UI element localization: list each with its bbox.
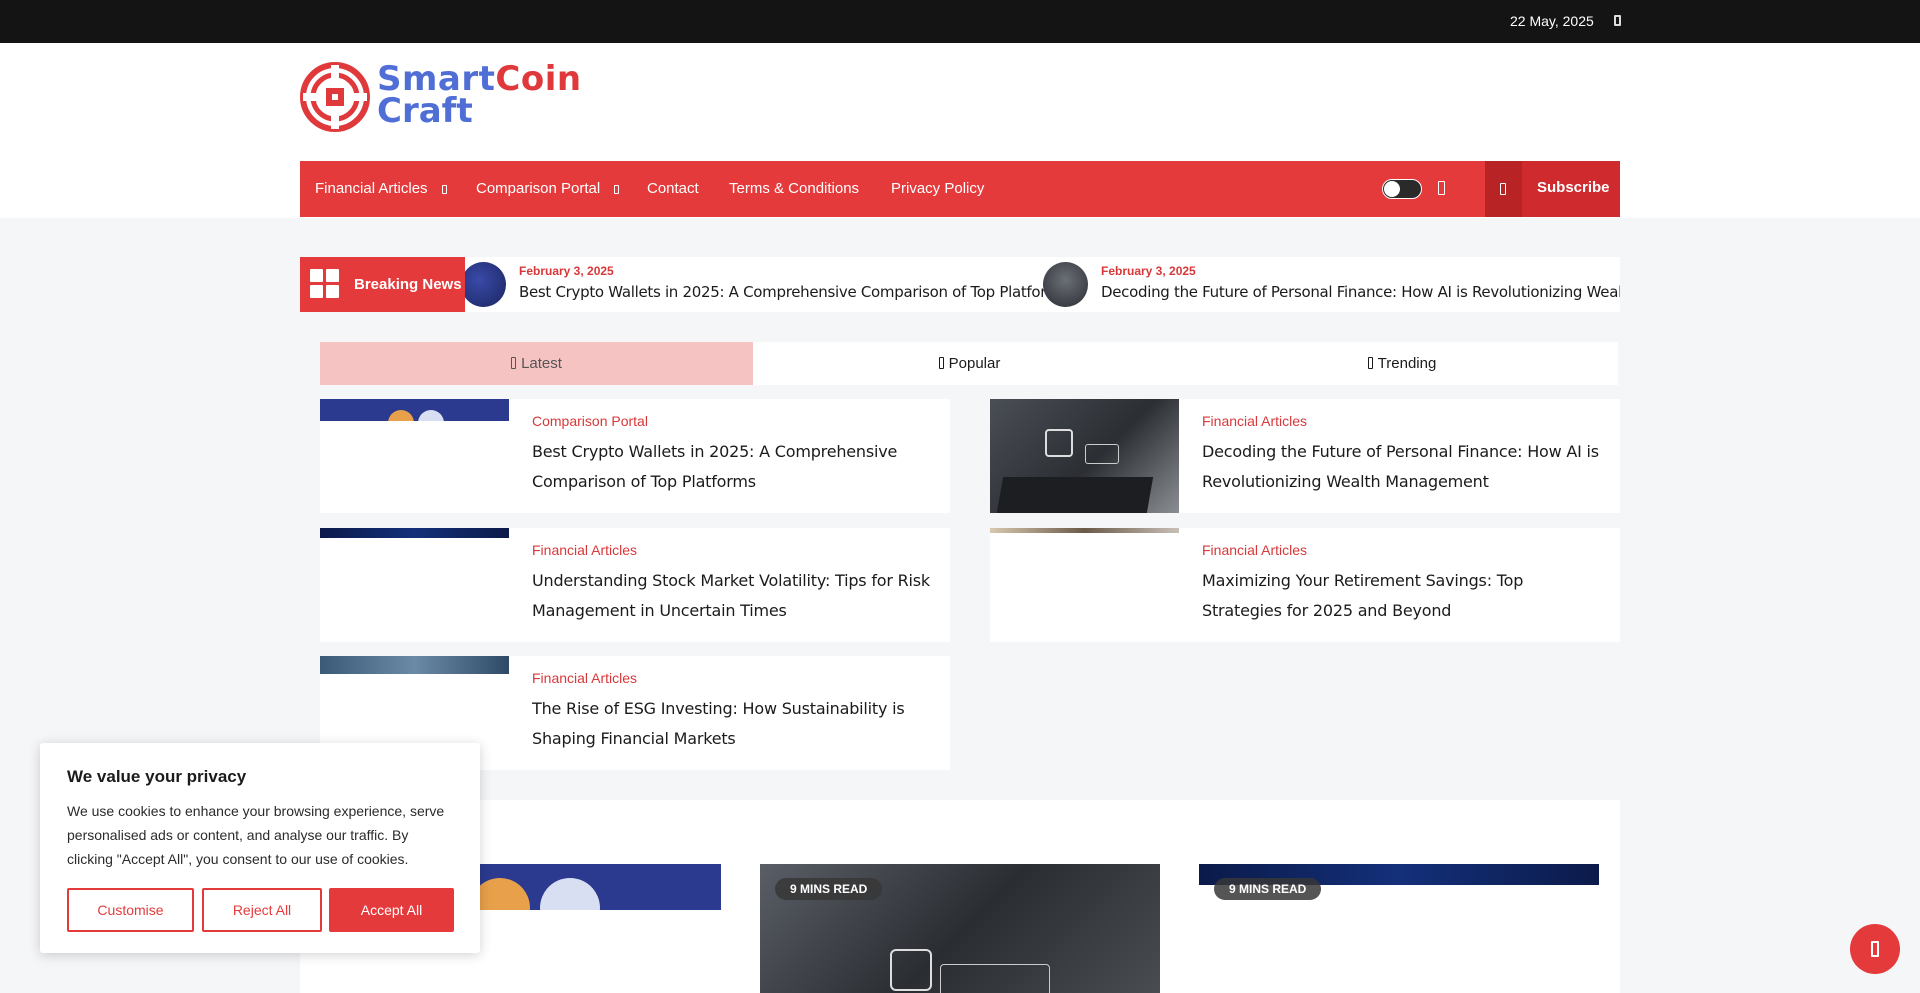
logo-text-line2: Craft — [377, 91, 473, 131]
nav-item-terms[interactable]: Terms & Conditions — [729, 161, 859, 217]
article-title[interactable]: Understanding Stock Market Volatility: T… — [532, 566, 932, 626]
clock-icon — [511, 357, 517, 369]
bell-icon — [1485, 161, 1522, 217]
subscribe-button[interactable]: Subscribe — [1485, 161, 1620, 217]
customise-button[interactable]: Customise — [67, 888, 194, 932]
article-thumbnail — [320, 528, 509, 642]
featured-image[interactable]: 9 MINS READ — [760, 864, 1160, 993]
search-icon[interactable] — [1438, 181, 1445, 195]
fire-icon — [938, 357, 944, 369]
nav-item-comparison-portal[interactable]: Comparison Portal — [476, 161, 620, 217]
nav-item-contact[interactable]: Contact — [647, 161, 699, 217]
scroll-top-button[interactable] — [1850, 924, 1900, 974]
article-title[interactable]: Best Crypto Wallets in 2025: A Comprehen… — [532, 437, 932, 497]
nav-item-privacy[interactable]: Privacy Policy — [891, 161, 984, 217]
article-card[interactable]: Comparison Portal Best Crypto Wallets in… — [320, 399, 950, 513]
current-date: 22 May, 2025 — [1510, 13, 1594, 29]
main-nav: Financial Articles Comparison Portal Con… — [300, 161, 1620, 217]
featured-image[interactable]: 9 MINS READ — [1199, 864, 1599, 993]
article-thumbnail — [320, 399, 509, 513]
article-category[interactable]: Financial Articles — [1202, 413, 1307, 429]
logo-emblem-icon — [300, 62, 370, 132]
reject-all-button[interactable]: Reject All — [202, 888, 322, 932]
dark-mode-toggle[interactable] — [1382, 179, 1422, 199]
article-card[interactable]: Financial Articles Maximizing Your Retir… — [990, 528, 1620, 642]
accept-all-button[interactable]: Accept All — [329, 888, 454, 932]
article-category[interactable]: Financial Articles — [532, 670, 637, 686]
ticker-thumbnail — [1043, 262, 1088, 307]
article-category[interactable]: Financial Articles — [1202, 542, 1307, 558]
tab-trending[interactable]: Trending — [1186, 342, 1618, 385]
arrow-up-icon — [1871, 941, 1879, 957]
article-thumbnail — [990, 399, 1179, 513]
trending-icon — [1367, 357, 1373, 369]
chevron-down-icon — [441, 185, 447, 194]
nav-item-financial-articles[interactable]: Financial Articles — [315, 161, 447, 217]
theme-icon[interactable] — [1614, 15, 1621, 26]
breaking-news-ticker: Breaking News February 3, 2025 Best Cryp… — [300, 257, 1620, 312]
cookie-title: We value your privacy — [67, 767, 247, 786]
article-category[interactable]: Financial Articles — [532, 542, 637, 558]
article-title[interactable]: Decoding the Future of Personal Finance:… — [1202, 437, 1602, 497]
read-time-badge: 9 MINS READ — [775, 878, 883, 900]
article-title[interactable]: Maximizing Your Retirement Savings: Top … — [1202, 566, 1602, 626]
cookie-text: We use cookies to enhance your browsing … — [67, 803, 445, 867]
read-time-badge: 9 MINS READ — [1214, 878, 1322, 900]
article-thumbnail — [990, 528, 1179, 642]
grid-icon — [310, 269, 340, 299]
article-card[interactable]: Financial Articles Decoding the Future o… — [990, 399, 1620, 513]
chevron-down-icon — [614, 185, 620, 194]
article-tabs: Latest Popular Trending — [320, 342, 1618, 385]
article-category[interactable]: Comparison Portal — [532, 413, 648, 429]
tab-popular[interactable]: Popular — [753, 342, 1186, 385]
article-card[interactable]: Financial Articles Understanding Stock M… — [320, 528, 950, 642]
cookie-consent-banner: We value your privacy We use cookies to … — [40, 743, 480, 953]
breaking-news-label: Breaking News — [300, 257, 465, 312]
article-title[interactable]: The Rise of ESG Investing: How Sustainab… — [532, 694, 932, 754]
tab-latest[interactable]: Latest — [320, 342, 753, 385]
site-logo[interactable]: SmartCoin Craft — [300, 62, 600, 132]
featured-section: s 9 MINS READ 9 MINS READ — [300, 800, 1620, 993]
top-bar: 22 May, 2025 — [0, 0, 1920, 43]
toggle-knob — [1384, 181, 1400, 197]
ticker-thumbnail — [461, 262, 506, 307]
